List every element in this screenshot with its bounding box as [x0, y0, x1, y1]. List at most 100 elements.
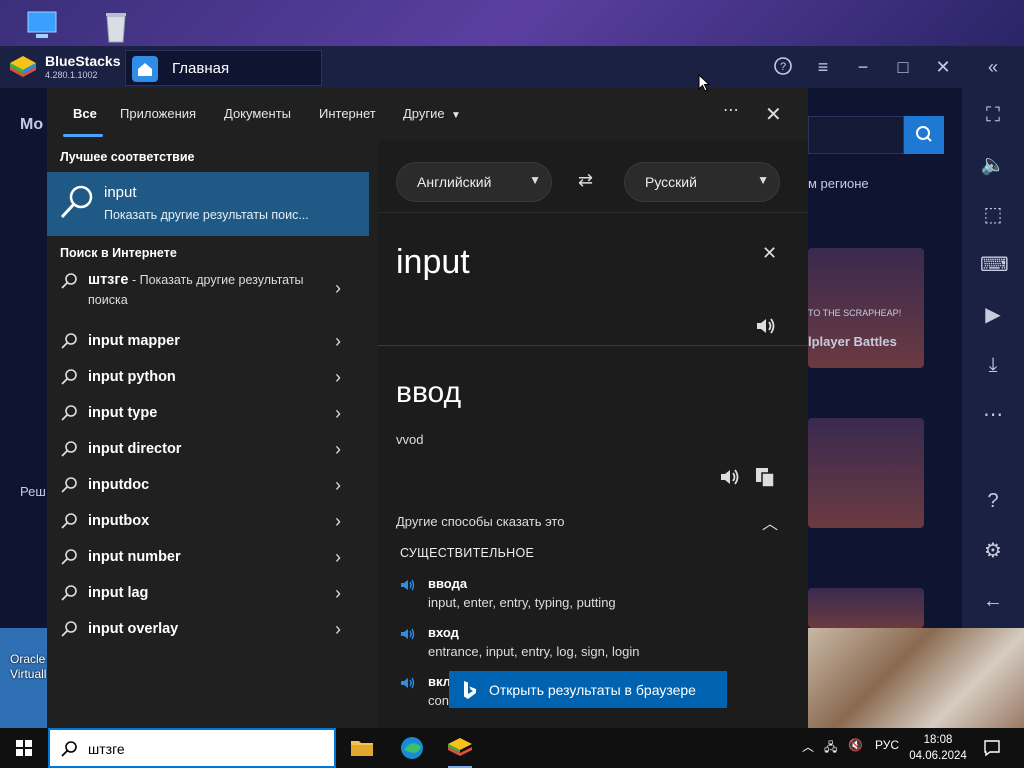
romanization-text: vvod	[396, 432, 424, 447]
network-icon[interactable]: 🖧	[824, 738, 837, 759]
speaker-icon[interactable]	[400, 676, 416, 690]
game-card[interactable]	[808, 588, 924, 628]
app-version: 4.280.1.1002	[45, 70, 98, 80]
windows-logo-icon	[16, 740, 32, 756]
taskbar-search-input[interactable]	[88, 739, 328, 759]
volume-icon[interactable]: 🔈	[980, 152, 1006, 178]
tab-all[interactable]: Все	[73, 106, 97, 121]
help-icon[interactable]: ?	[772, 56, 794, 78]
speaker-icon[interactable]	[754, 315, 776, 337]
computer-icon	[27, 11, 57, 38]
bluestacks-search-input[interactable]	[808, 116, 904, 154]
search-icon	[60, 185, 93, 219]
folder-icon	[351, 741, 373, 756]
target-language-select[interactable]: Русский ▼	[624, 162, 780, 202]
back-arrow-icon[interactable]: ←	[980, 588, 1006, 614]
chevron-right-icon: ›	[335, 403, 341, 423]
fullscreen-icon[interactable]: ⛶	[980, 102, 1006, 128]
taskbar-search-box[interactable]	[48, 728, 336, 768]
search-icon	[61, 513, 77, 529]
search-icon	[61, 621, 77, 637]
part-of-speech: СУЩЕСТВИТЕЛЬНОЕ	[400, 546, 535, 560]
close-icon[interactable]: ✕	[932, 56, 954, 78]
web-result-item[interactable]: штзге - Показать другие результаты поиск…	[47, 264, 369, 316]
tab-apps[interactable]: Приложения	[120, 106, 196, 121]
speaker-icon[interactable]	[400, 578, 416, 592]
desktop-icon-recycle-bin[interactable]	[86, 8, 146, 47]
taskbar-bluestacks[interactable]	[444, 732, 476, 768]
keyboard-icon[interactable]: ⌨	[980, 252, 1009, 278]
tab-other-label: Другие	[403, 106, 445, 121]
game-title-peek: TO THE SCRAPHEAP!	[808, 308, 902, 318]
label-line: Oracle	[10, 652, 46, 666]
web-result-text: input number	[88, 549, 181, 565]
synonym-alternatives: con	[428, 693, 449, 708]
chevron-right-icon: ›	[335, 583, 341, 603]
volume-muted-icon[interactable]: 🔇	[848, 738, 863, 752]
apk-install-icon[interactable]: ⤓	[980, 352, 1006, 378]
bing-icon	[464, 681, 476, 699]
other-ways-heading[interactable]: Другие способы сказать это	[396, 514, 564, 529]
show-hidden-icons[interactable]: ︿	[802, 738, 814, 755]
more-icon[interactable]: ⋯	[980, 402, 1006, 428]
synonym-alternatives: input, enter, entry, typing, putting	[428, 595, 616, 610]
web-result-item[interactable]: input number ›	[47, 540, 369, 576]
collapse-sidebar-icon[interactable]: «	[982, 56, 1004, 78]
tab-home[interactable]: Главная	[125, 50, 322, 86]
mouse-cursor-icon	[698, 74, 710, 92]
speaker-icon[interactable]	[400, 627, 416, 641]
source-text-box[interactable]: input ✕	[378, 212, 808, 346]
web-result-item[interactable]: input lag ›	[47, 576, 369, 612]
tab-web[interactable]: Интернет	[319, 106, 376, 121]
web-result-item[interactable]: inputbox ›	[47, 504, 369, 540]
settings-gear-icon[interactable]: ⚙	[980, 538, 1006, 564]
close-icon[interactable]: ✕	[765, 102, 782, 127]
pointer-icon[interactable]: ⬚	[980, 202, 1006, 228]
web-result-item[interactable]: input overlay ›	[47, 612, 369, 648]
search-icon	[916, 126, 932, 142]
background-photo	[808, 628, 1024, 728]
media-icon[interactable]: ▶	[980, 302, 1006, 328]
tab-documents[interactable]: Документы	[224, 106, 291, 121]
source-text: input	[396, 243, 470, 281]
swap-languages-icon[interactable]: ⇄	[578, 170, 593, 191]
game-card[interactable]	[808, 418, 924, 528]
copy-icon[interactable]	[754, 466, 776, 488]
open-in-browser-button[interactable]: Открыть результаты в браузере	[449, 671, 727, 708]
web-result-item[interactable]: input mapper ›	[47, 324, 369, 360]
target-language-label: Русский	[645, 174, 697, 190]
notification-icon[interactable]	[982, 738, 1002, 758]
desktop-icon-computer[interactable]	[12, 8, 72, 47]
bluestacks-logo-icon	[10, 56, 36, 77]
taskbar-edge[interactable]	[396, 732, 428, 764]
bluestacks-search-button[interactable]	[904, 116, 944, 154]
input-language-indicator[interactable]: РУС	[875, 738, 899, 752]
clear-icon[interactable]: ✕	[762, 243, 777, 264]
source-language-select[interactable]: Английский ▼	[396, 162, 552, 202]
help-icon[interactable]: ?	[980, 488, 1006, 514]
best-match-item[interactable]: input Показать другие результаты поис...	[47, 172, 369, 236]
clock[interactable]: 18:08 04.06.2024	[905, 732, 971, 764]
game-title-peek: lplayer Battles	[808, 334, 897, 349]
maximize-icon[interactable]: □	[892, 56, 914, 78]
bluestacks-titlebar: BlueStacks 4.280.1.1002 Главная ? ≡ − □ …	[0, 46, 1024, 88]
speaker-icon[interactable]	[718, 466, 740, 488]
menu-icon[interactable]: ≡	[812, 56, 834, 78]
clock-time: 18:08	[923, 734, 953, 746]
more-options-icon[interactable]: ⋯	[723, 100, 739, 120]
taskbar-file-explorer[interactable]	[346, 732, 378, 764]
translator-panel: Английский ▼ ⇄ Русский ▼ input ✕ ввод vv…	[378, 140, 808, 728]
tab-other[interactable]: Другие ▼	[403, 106, 461, 121]
label-line: Virtuall	[10, 667, 47, 681]
web-result-item[interactable]: inputdoc ›	[47, 468, 369, 504]
web-result-item[interactable]: input python ›	[47, 360, 369, 396]
region-text: м регионе	[808, 176, 869, 191]
search-icon	[61, 369, 77, 385]
web-result-item[interactable]: input type ›	[47, 396, 369, 432]
synonym-word: вкл	[428, 674, 451, 689]
svg-text:?: ?	[780, 61, 786, 73]
minimize-icon[interactable]: −	[852, 56, 874, 78]
web-result-item[interactable]: input director ›	[47, 432, 369, 468]
chevron-up-icon[interactable]: ︿	[762, 510, 778, 534]
start-button[interactable]	[0, 728, 48, 768]
